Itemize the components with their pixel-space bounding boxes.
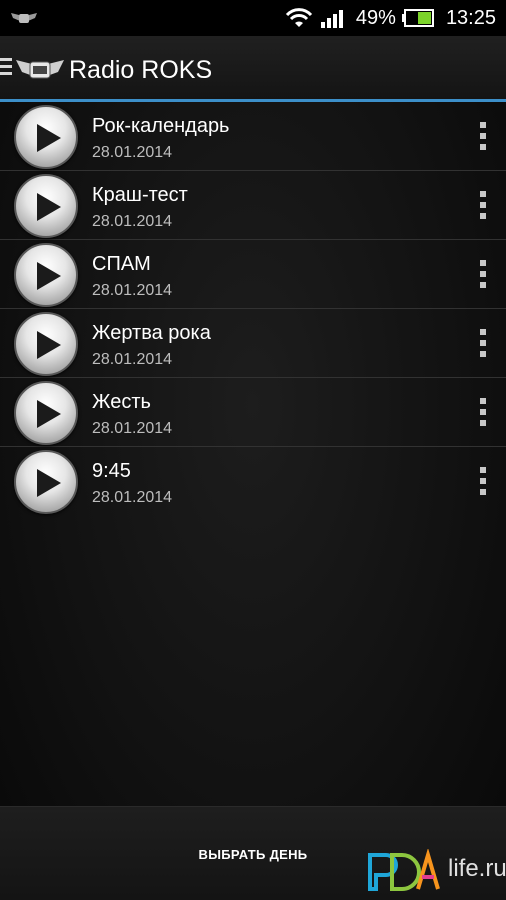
status-icons: 49% 13:25 — [284, 0, 496, 36]
overflow-menu-icon[interactable] — [478, 191, 488, 223]
screen: 49% 13:25 Radio ROKS Рок-календарь 28.01… — [0, 0, 506, 900]
track-title: 9:45 — [92, 460, 131, 482]
track-title: Краш-тест — [92, 184, 188, 206]
play-button[interactable] — [14, 450, 78, 514]
bottom-bar: ВЫБРАТЬ ДЕНЬ life.ru — [0, 806, 506, 900]
play-icon — [37, 400, 61, 428]
app-title: Radio ROKS — [69, 56, 213, 84]
list-item[interactable]: Жесть 28.01.2014 — [0, 378, 506, 447]
play-button[interactable] — [14, 105, 78, 169]
track-date: 28.01.2014 — [92, 144, 173, 161]
track-date: 28.01.2014 — [92, 213, 173, 230]
track-list: Рок-календарь 28.01.2014 Краш-тест 28.01… — [0, 102, 506, 516]
play-button[interactable] — [14, 312, 78, 376]
radio-roks-logo-icon[interactable] — [16, 54, 64, 84]
battery-percent: 49% — [355, 6, 396, 29]
pdalife-watermark: life.ru — [366, 847, 506, 893]
track-date: 28.01.2014 — [92, 282, 173, 299]
overflow-menu-icon[interactable] — [478, 122, 488, 154]
play-icon — [37, 331, 61, 359]
clock: 13:25 — [445, 6, 496, 29]
overflow-menu-icon[interactable] — [478, 329, 488, 361]
battery-icon — [401, 9, 434, 27]
play-button[interactable] — [14, 174, 78, 238]
play-icon — [37, 193, 61, 221]
track-title: Жесть — [92, 391, 151, 413]
track-date: 28.01.2014 — [92, 489, 173, 506]
play-icon — [37, 469, 61, 497]
radio-roks-notification-icon — [11, 13, 37, 23]
drawer-menu-icon[interactable] — [0, 58, 12, 78]
play-icon — [37, 262, 61, 290]
list-item[interactable]: Краш-тест 28.01.2014 — [0, 171, 506, 240]
overflow-menu-icon[interactable] — [478, 398, 488, 430]
track-title: Жертва рока — [92, 322, 211, 344]
play-button[interactable] — [14, 381, 78, 445]
track-date: 28.01.2014 — [92, 420, 173, 437]
track-date: 28.01.2014 — [92, 351, 173, 368]
pda-logo-icon — [368, 847, 440, 891]
track-title: Рок-календарь — [92, 115, 230, 137]
list-item[interactable]: 9:45 28.01.2014 — [0, 447, 506, 516]
status-bar: 49% 13:25 — [0, 0, 506, 36]
action-bar: Radio ROKS — [0, 36, 506, 100]
wifi-icon — [285, 8, 313, 27]
list-item[interactable]: СПАМ 28.01.2014 — [0, 240, 506, 309]
play-icon — [37, 124, 61, 152]
list-item[interactable]: Рок-календарь 28.01.2014 — [0, 102, 506, 171]
overflow-menu-icon[interactable] — [478, 260, 488, 292]
track-title: СПАМ — [92, 253, 151, 275]
signal-icon — [320, 10, 343, 28]
play-button[interactable] — [14, 243, 78, 307]
list-item[interactable]: Жертва рока 28.01.2014 — [0, 309, 506, 378]
overflow-menu-icon[interactable] — [478, 467, 488, 499]
watermark-text: life.ru — [448, 855, 506, 882]
